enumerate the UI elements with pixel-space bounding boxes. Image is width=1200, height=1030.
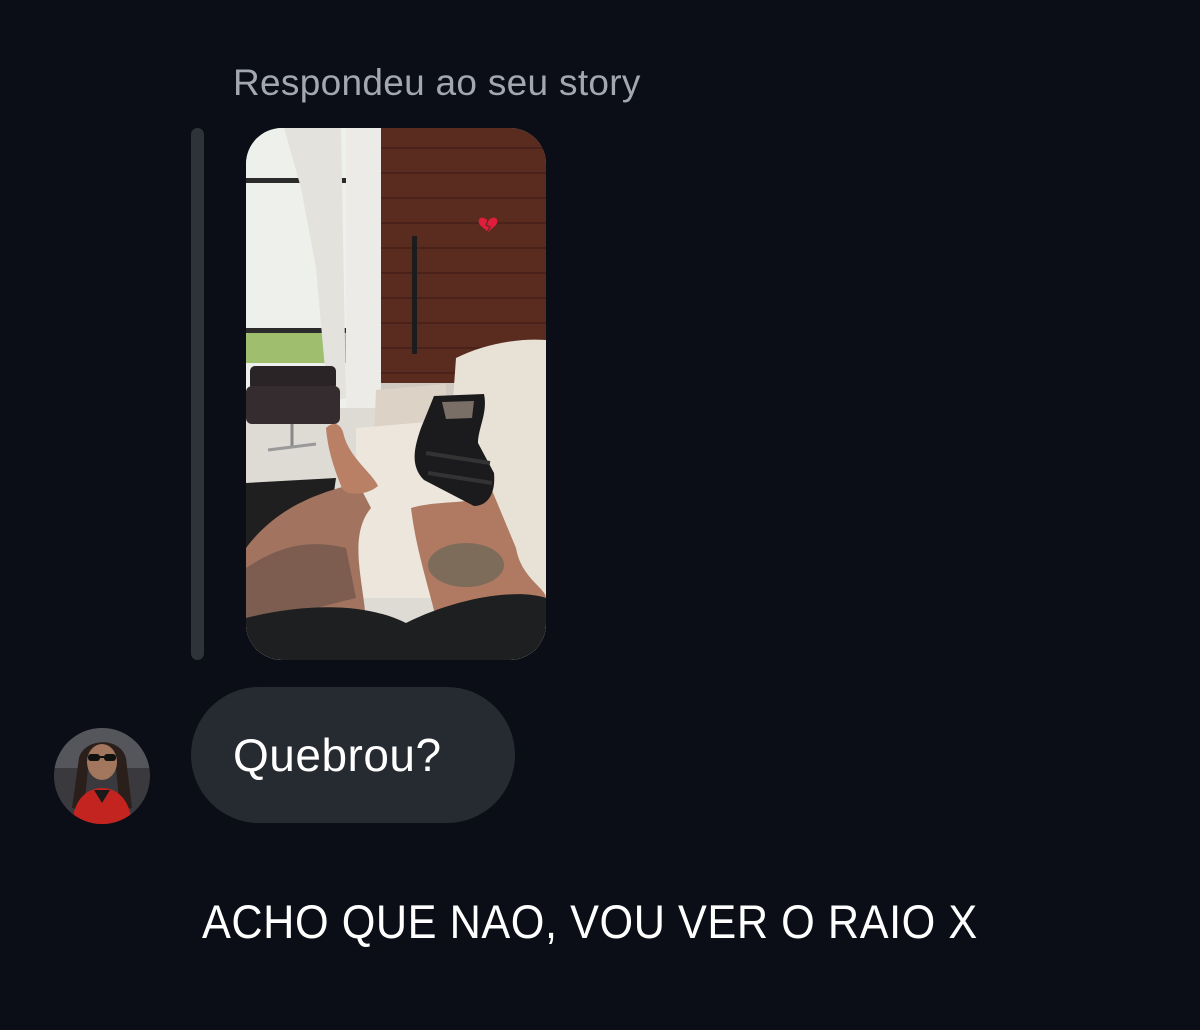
sender-avatar[interactable] <box>54 728 150 824</box>
overlay-caption: ACHO QUE NAO, VOU VER O RAIO X <box>202 895 978 948</box>
message-text: Quebrou? <box>233 729 442 781</box>
chat-screen: Respondeu ao seu story Quebrou? ACHO QUE… <box>0 0 1200 1030</box>
story-reply-header: Respondeu ao seu story <box>233 62 641 103</box>
avatar-photo <box>54 728 150 824</box>
message-bubble[interactable]: Quebrou? <box>191 687 515 823</box>
reply-quote-bar <box>191 128 204 660</box>
story-photo <box>246 128 546 660</box>
story-thumbnail[interactable] <box>246 128 546 660</box>
